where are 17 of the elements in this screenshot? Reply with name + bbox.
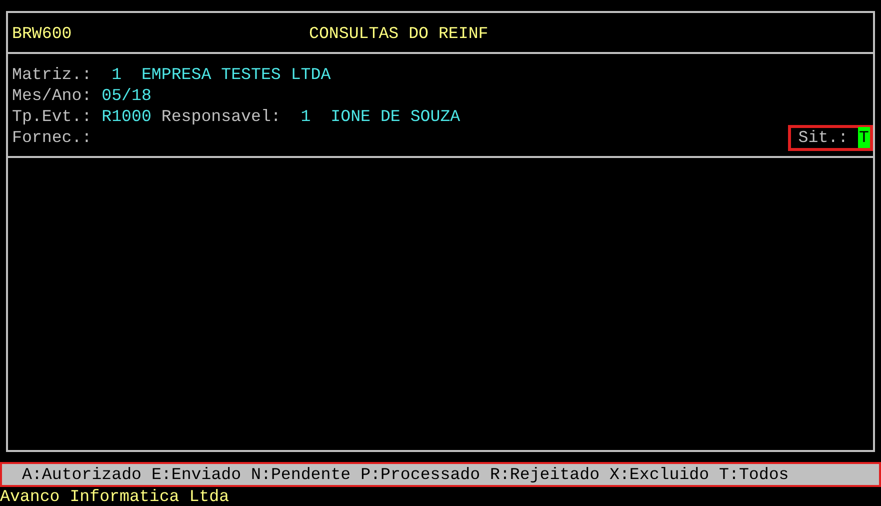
field-label: Fornec.:: [12, 127, 92, 148]
field-label: Responsavel:: [161, 106, 281, 127]
company-footer: Avanco Informatica Ltda: [0, 487, 881, 506]
field-label: Mes/Ano:: [12, 85, 92, 106]
field-value: 05/18: [102, 85, 152, 106]
field-code: 1: [112, 64, 122, 85]
situation-label: Sit.:: [798, 127, 848, 148]
field-value: IONE DE SOUZA: [330, 106, 460, 127]
field-label: Matriz.:: [12, 64, 92, 85]
field-label: Tp.Evt.:: [12, 106, 92, 127]
field-value: EMPRESA TESTES LTDA: [141, 64, 331, 85]
situation-input[interactable]: T: [858, 127, 870, 148]
program-code: BRW600: [12, 23, 73, 44]
legend-bar: A:Autorizado E:Enviado N:Pendente P:Processado R:Rejeitado X:Excluido T:Todos: [0, 462, 881, 487]
field-code: 1: [300, 106, 311, 127]
field-value: R1000: [102, 106, 152, 127]
screen-title: CONSULTAS DO REINF: [309, 23, 488, 44]
